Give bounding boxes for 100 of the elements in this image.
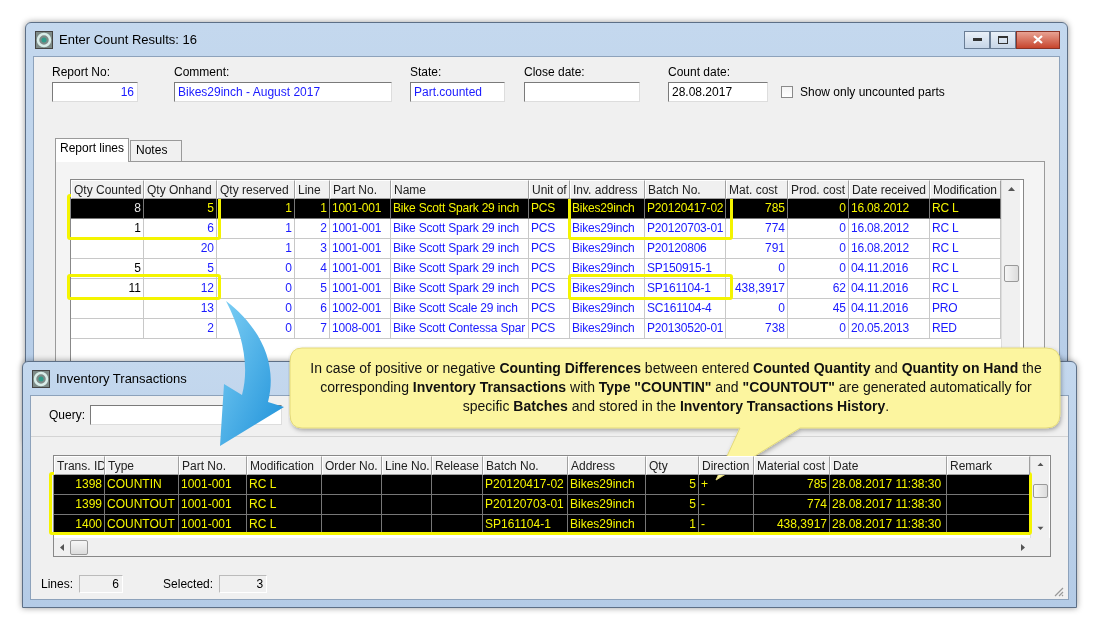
input-field[interactable]: Part.counted xyxy=(410,82,505,102)
table-cell: 1 xyxy=(71,219,144,239)
table-row[interactable]: 1398 COUNTIN 1001-001 RC L P20120417-02 Bikes29inch 5 + 785 28.08.2017 11:38:30 xyxy=(54,475,1030,495)
table-cell: 738 xyxy=(726,319,788,339)
tab[interactable]: Report lines xyxy=(55,138,130,162)
table-cell: 20.05.2013 xyxy=(849,319,930,339)
table-cell: 12 xyxy=(144,279,217,299)
field-label: State: xyxy=(410,65,443,79)
column-header[interactable]: Date received xyxy=(849,180,930,199)
close-icon xyxy=(1033,35,1043,44)
app-icon xyxy=(32,369,50,388)
column-header[interactable]: Material cost xyxy=(754,456,830,475)
table-cell: Bikes29inch xyxy=(570,219,645,239)
maximize-icon xyxy=(998,35,1008,44)
column-header[interactable]: Prod. cost xyxy=(788,180,849,199)
column-header[interactable]: Part No. xyxy=(179,456,247,475)
minimize-icon xyxy=(972,38,982,41)
table-row[interactable]: 1400 COUNTOUT 1001-001 RC L SP161104-1 Bikes29inch 1 - 438,3917 28.08.2017 11:38:30 xyxy=(54,515,1030,535)
field-label: Count date: xyxy=(668,65,732,79)
table-cell: 1008-001 xyxy=(330,319,391,339)
table-cell: Bikes29inch xyxy=(568,515,646,535)
scroll-right-arrow-icon xyxy=(1019,542,1028,552)
table-cell: 6 xyxy=(144,219,217,239)
field-label: Query: xyxy=(49,408,85,422)
column-header[interactable]: Batch No. xyxy=(483,456,568,475)
table-cell: 438,3917 xyxy=(754,515,830,535)
field-label: Report No: xyxy=(52,65,112,79)
column-header[interactable]: Line xyxy=(295,180,330,199)
status-value: 3 xyxy=(219,575,268,593)
resize-grip-icon xyxy=(1052,585,1064,597)
checkbox-label: Show only uncounted parts xyxy=(800,85,945,99)
column-header[interactable]: Qty xyxy=(646,456,699,475)
checkbox[interactable] xyxy=(781,86,793,98)
column-header[interactable]: Order No. xyxy=(322,456,382,475)
column-header[interactable]: Inv. address xyxy=(570,180,645,199)
input-field[interactable]: Bikes29inch - August 2017 xyxy=(174,82,392,102)
status-label: Lines: xyxy=(41,577,74,591)
scrollbar-thumb[interactable] xyxy=(70,539,88,555)
close-button[interactable] xyxy=(1016,30,1060,49)
table-cell: P20120703-01 xyxy=(645,219,726,239)
table-cell: Bike Scott Contessa Spar xyxy=(391,319,529,339)
column-header[interactable]: Type xyxy=(105,456,179,475)
scrollbar-thumb[interactable] xyxy=(1003,265,1019,282)
table-cell: COUNTOUT xyxy=(105,515,179,535)
scroll-up-arrow-icon xyxy=(1006,185,1016,194)
column-header[interactable]: Part No. xyxy=(330,180,391,199)
maximize-button[interactable] xyxy=(990,30,1016,49)
column-header[interactable]: Date xyxy=(830,456,947,475)
table-row[interactable]: 5 5 0 4 1001-001 Bike Scott Spark 29 inch PCS Bikes29inch SP150915-1 0 0 04.11.2016 RC L xyxy=(71,259,1001,279)
table-cell: 1400 xyxy=(54,515,105,535)
table-cell: 1 xyxy=(646,515,699,535)
table-row[interactable]: 13 0 6 1002-001 Bike Scott Scale 29 inch PCS Bikes29inch SC161104-4 0 45 04.11.2016 PRO xyxy=(71,299,1001,319)
table-cell: 0 xyxy=(788,319,849,339)
column-header[interactable]: Remark xyxy=(947,456,1030,475)
table-cell: 1001-001 xyxy=(179,515,247,535)
table-row[interactable]: 2 0 7 1008-001 Bike Scott Contessa Spar PCS Bikes29inch P20130520-01 738 0 20.05.2013 RED xyxy=(71,319,1001,339)
input-field[interactable] xyxy=(524,82,640,102)
column-header[interactable]: Batch No. xyxy=(645,180,726,199)
field-label: Close date: xyxy=(524,65,586,79)
scrollbar-thumb[interactable] xyxy=(1032,483,1048,499)
column-header[interactable]: Qty reserved xyxy=(217,180,295,199)
table-cell: Bikes29inch xyxy=(570,279,645,299)
table-cell: 11 xyxy=(71,279,144,299)
table-cell: RC L xyxy=(247,515,322,535)
window-title: Enter Count Results: 16 xyxy=(59,32,198,47)
scroll-up-arrow-icon xyxy=(1035,461,1045,469)
field-label: Comment: xyxy=(174,65,231,79)
table-cell: 2 xyxy=(144,319,217,339)
table-cell: - xyxy=(699,515,754,535)
callout-text: In case of positive or negative Counting Differences between entered Counted Quantity and Quantity on Hand the corresponding Inventory Transactions with Type "COUNTIN" and "COUNTOUT" are generated automatically for specific Batches and stored in the Inventory Transactions History. xyxy=(309,359,1043,416)
column-header[interactable]: Address xyxy=(568,456,646,475)
status-value: 6 xyxy=(79,575,124,593)
input-field[interactable]: 16 xyxy=(52,82,138,102)
window-title: Inventory Transactions xyxy=(56,371,187,386)
table-cell: Bikes29inch xyxy=(570,319,645,339)
table-cell: 28.08.2017 11:38:30 xyxy=(830,515,947,535)
scroll-down-arrow-icon xyxy=(1035,525,1045,533)
column-header[interactable]: Direction xyxy=(699,456,754,475)
table-row[interactable]: 1399 COUNTOUT 1001-001 RC L P20120703-01 Bikes29inch 5 - 774 28.08.2017 11:38:30 xyxy=(54,495,1030,515)
minimize-button[interactable] xyxy=(964,30,990,49)
column-header[interactable]: Release xyxy=(432,456,483,475)
column-header[interactable]: Qty Onhand xyxy=(144,180,217,199)
column-header[interactable]: Modification xyxy=(247,456,322,475)
table-cell: SP161104-1 xyxy=(645,279,726,299)
tab[interactable]: Notes xyxy=(130,140,183,161)
table-cell: 7 xyxy=(295,319,330,339)
column-header[interactable]: Name xyxy=(391,180,529,199)
input-field[interactable]: 28.08.2017 xyxy=(668,82,768,102)
table-cell: PCS xyxy=(529,319,570,339)
table-row[interactable]: 20 1 3 1001-001 Bike Scott Spark 29 inch PCS Bikes29inch P20120806 791 0 16.08.2012 RC L xyxy=(71,239,1001,259)
column-header[interactable]: Mat. cost xyxy=(726,180,788,199)
column-header[interactable]: Qty Counted xyxy=(71,180,144,199)
scroll-left-arrow-icon xyxy=(58,542,67,552)
table-row[interactable]: 8 5 1 1 1001-001 Bike Scott Spark 29 inch PCS Bikes29inch P20120417-02 785 0 16.08.2012 RC L xyxy=(71,199,1001,219)
column-header[interactable]: Line No. xyxy=(382,456,432,475)
column-header[interactable]: Unit of xyxy=(529,180,570,199)
column-header[interactable]: Modification xyxy=(930,180,1001,199)
table-cell: SP161104-1 xyxy=(483,515,568,535)
status-label: Selected: xyxy=(163,577,214,591)
app-icon xyxy=(35,30,53,49)
